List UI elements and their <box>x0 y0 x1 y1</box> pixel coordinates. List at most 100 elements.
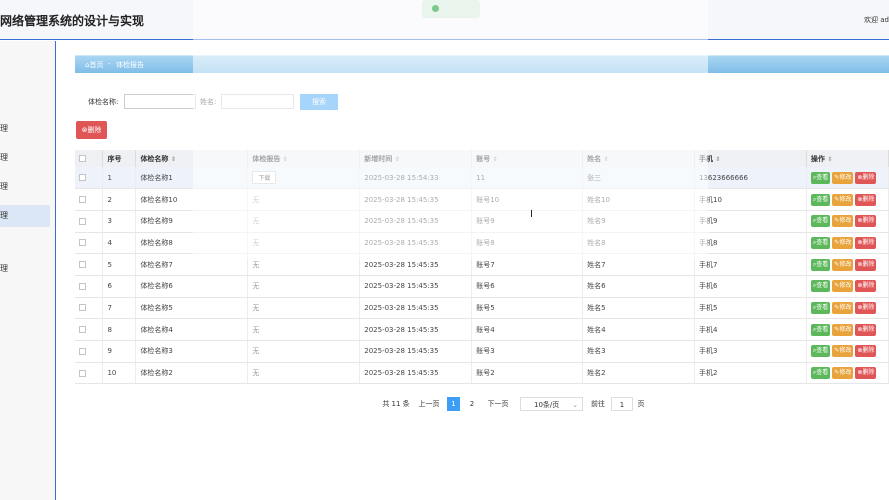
row-delete-button[interactable]: ⊗删除 <box>855 280 877 293</box>
checkbox[interactable] <box>79 369 86 377</box>
edit-button[interactable]: ✎修改 <box>832 193 854 206</box>
header-account[interactable]: 账号 ⇕ <box>471 150 584 167</box>
row-delete-button[interactable]: ⊗删除 <box>855 345 877 358</box>
edit-button[interactable]: ✎修改 <box>832 367 854 380</box>
row-select[interactable] <box>75 297 104 320</box>
edit-button[interactable]: ✎修改 <box>832 301 854 314</box>
sort-icon[interactable]: ⇕ <box>395 156 400 163</box>
header-person[interactable]: 姓名 ⇕ <box>582 150 695 167</box>
view-button[interactable]: ⌕查看 <box>810 367 831 380</box>
report-table: 序号 体检名称 ⇕ 体检报告 ⇕ 新增时间 ⇕ 账号 ⇕ 姓名 ⇕ 手机 ⇕ 操… <box>75 150 889 385</box>
row-account: 账号4 <box>471 318 584 341</box>
edit-button[interactable]: ✎修改 <box>832 345 854 358</box>
edit-button[interactable]: ✎修改 <box>832 215 854 228</box>
row-delete-button[interactable]: ⊗删除 <box>855 367 877 380</box>
row-delete-button[interactable]: ⊗删除 <box>855 301 877 314</box>
edit-button[interactable]: ✎修改 <box>832 323 854 336</box>
row-delete-button[interactable]: ⊗删除 <box>855 258 877 271</box>
checkbox[interactable] <box>79 217 86 225</box>
view-button[interactable]: ⌕查看 <box>810 345 831 358</box>
row-delete-button[interactable]: ⊗删除 <box>855 215 877 228</box>
report-value: 无 <box>252 325 260 334</box>
header-select-all[interactable] <box>75 150 104 167</box>
header-phone[interactable]: 手机 ⇕ <box>694 150 807 167</box>
header-name[interactable]: 体检名称 ⇕ <box>135 150 249 167</box>
table-row[interactable]: 10 体检名称2 无 2025-03-28 15:45:35 账号2 姓名2 手机2 ⌕查看 ✎… <box>75 362 889 385</box>
row-name: 体检名称4 <box>135 318 249 341</box>
sidebar-item-5[interactable]: 理 <box>0 258 50 280</box>
edit-button[interactable]: ✎修改 <box>832 171 854 184</box>
table-row[interactable]: 4 体检名称8 无 2025-03-28 15:45:35 账号8 姓名8 手机8 ⌕查看 ✎修… <box>75 232 889 255</box>
edit-button[interactable]: ✎修改 <box>832 280 854 293</box>
table-row[interactable]: 3 体检名称9 无 2025-03-28 15:45:35 账号9 姓名9 手机9 ⌕查看 ✎修… <box>75 210 889 233</box>
sidebar-item-3[interactable]: 理 <box>0 176 50 198</box>
sort-icon[interactable]: ⇕ <box>604 156 609 163</box>
row-delete-button[interactable]: ⊗删除 <box>855 171 877 184</box>
checkbox[interactable] <box>79 326 86 334</box>
checkbox[interactable] <box>79 347 86 355</box>
header-actions[interactable]: 操作 ⇕ <box>806 150 889 167</box>
sort-icon[interactable]: ⇕ <box>493 156 498 163</box>
table-row[interactable]: 6 体检名称6 无 2025-03-28 15:45:35 账号6 姓名6 手机6 ⌕查看 ✎修… <box>75 275 889 298</box>
row-select[interactable] <box>75 318 104 341</box>
sort-icon[interactable]: ⇕ <box>171 156 176 163</box>
view-button[interactable]: ⌕查看 <box>810 171 831 184</box>
checkbox[interactable] <box>79 282 86 290</box>
header-time[interactable]: 新增时间 ⇕ <box>359 150 473 167</box>
view-button[interactable]: ⌕查看 <box>810 193 831 206</box>
checkbox[interactable] <box>79 261 86 269</box>
view-button[interactable]: ⌕查看 <box>810 215 831 228</box>
goto-input[interactable]: 1 <box>611 397 633 411</box>
edit-button[interactable]: ✎修改 <box>832 258 854 271</box>
pagination-prev[interactable]: 上一页 <box>414 397 444 411</box>
checkbox[interactable] <box>79 304 86 312</box>
sort-icon[interactable]: ⇕ <box>827 156 832 163</box>
checkbox[interactable] <box>79 239 86 247</box>
table-row[interactable]: 7 体检名称5 无 2025-03-28 15:45:35 账号5 姓名5 手机5 ⌕查看 ✎修… <box>75 297 889 320</box>
view-button[interactable]: ⌕查看 <box>810 301 831 314</box>
row-delete-button[interactable]: ⊗删除 <box>855 193 877 206</box>
row-select[interactable] <box>75 167 104 190</box>
name-filter-input[interactable] <box>124 94 196 109</box>
search-button[interactable]: 搜索 <box>300 94 338 110</box>
row-select[interactable] <box>75 275 104 298</box>
sidebar-item-1[interactable]: 理 <box>0 118 50 140</box>
row-delete-button[interactable]: ⊗删除 <box>855 236 877 249</box>
row-delete-button[interactable]: ⊗删除 <box>855 323 877 336</box>
sort-icon[interactable]: ⇕ <box>283 156 288 163</box>
checkbox[interactable] <box>79 196 86 204</box>
person-filter-input[interactable] <box>221 94 294 109</box>
view-button[interactable]: ⌕查看 <box>810 236 831 249</box>
table-row[interactable]: 5 体检名称7 无 2025-03-28 15:45:35 账号7 姓名7 手机7 ⌕查看 ✎修… <box>75 253 889 276</box>
row-account: 账号6 <box>471 275 584 298</box>
breadcrumb-home[interactable]: ⌂首页 <box>85 60 103 70</box>
page-size-select[interactable]: 10条/页 ⌄ <box>520 397 583 411</box>
edit-button[interactable]: ✎修改 <box>832 236 854 249</box>
view-button[interactable]: ⌕查看 <box>810 323 831 336</box>
table-row[interactable]: 2 体检名称10 无 2025-03-28 15:45:35 账号10 姓名10 手机10 ⌕… <box>75 188 889 211</box>
checkbox[interactable] <box>79 155 86 162</box>
table-row[interactable]: 9 体检名称3 无 2025-03-28 15:45:35 账号3 姓名3 手机3 ⌕查看 ✎修… <box>75 340 889 363</box>
table-row[interactable]: 8 体检名称4 无 2025-03-28 15:45:35 账号4 姓名4 手机4 ⌕查看 ✎修… <box>75 318 889 341</box>
row-select[interactable] <box>75 340 104 363</box>
row-select[interactable] <box>75 210 104 233</box>
breadcrumb: ⌂首页 - 体检报告 <box>75 55 889 73</box>
sidebar-item-2[interactable]: 理 <box>0 147 50 169</box>
row-select[interactable] <box>75 232 104 255</box>
download-button[interactable]: 下载 <box>252 171 277 185</box>
pagination-next[interactable]: 下一页 <box>483 397 513 411</box>
header-report[interactable]: 体检报告 ⇕ <box>247 150 361 167</box>
view-button[interactable]: ⌕查看 <box>810 258 831 271</box>
table-row[interactable]: 1 体检名称1 下载 2025-03-28 15:54:33 11 张三 136236666… <box>75 167 889 190</box>
pagination-page-2[interactable]: 2 <box>465 397 479 411</box>
row-person: 姓名5 <box>582 297 695 320</box>
checkbox[interactable] <box>79 174 86 182</box>
sidebar-item-4-active[interactable]: 理 <box>0 205 50 227</box>
sort-icon[interactable]: ⇕ <box>715 156 720 163</box>
delete-button[interactable]: ⊗删除 <box>76 121 107 139</box>
view-button[interactable]: ⌕查看 <box>810 280 831 293</box>
row-select[interactable] <box>75 253 104 276</box>
row-select[interactable] <box>75 362 104 385</box>
pagination-page-1[interactable]: 1 <box>447 397 460 411</box>
row-select[interactable] <box>75 188 104 211</box>
